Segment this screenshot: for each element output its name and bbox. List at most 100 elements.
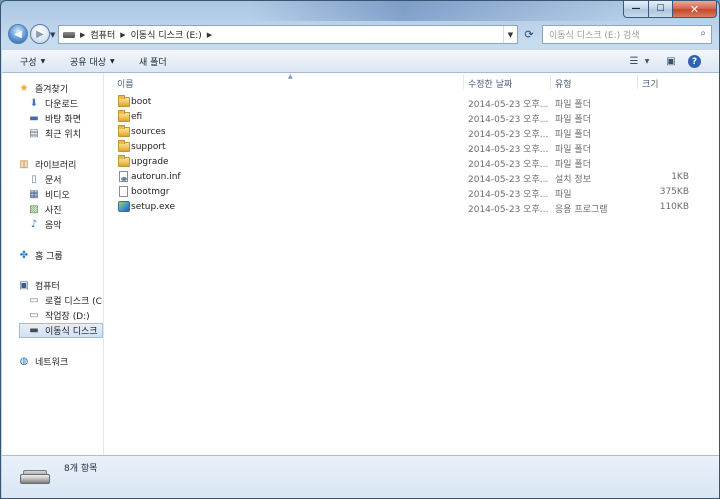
sidebar-item-downloads[interactable]: ⬇ 다운로드 bbox=[28, 96, 103, 111]
breadcrumb-root[interactable]: ▶ bbox=[80, 31, 90, 39]
chevron-right-icon[interactable]: ▶ bbox=[80, 31, 85, 39]
file-name: efi bbox=[131, 112, 143, 122]
chevron-down-icon: ▼ bbox=[40, 58, 46, 65]
address-bar[interactable]: ▶ 컴퓨터 ▶ 이동식 디스크 (E:) ▶ ▼ bbox=[58, 25, 518, 44]
chevron-right-icon[interactable]: ▶ bbox=[207, 31, 212, 39]
change-view-icon[interactable]: ☰ bbox=[626, 53, 642, 70]
sidebar-item-local-disk[interactable]: ▭ 로컬 디스크 (C bbox=[28, 293, 103, 308]
sidebar-item-network[interactable]: ◍ 네트워크 bbox=[18, 354, 103, 369]
forward-button[interactable]: ▶ bbox=[30, 24, 50, 44]
file-name: upgrade bbox=[131, 157, 169, 167]
column-divider[interactable] bbox=[637, 75, 638, 89]
sidebar-item-videos[interactable]: ▦ 비디오 bbox=[28, 187, 103, 202]
navigation-pane: ★ 즐겨찾기 ⬇ 다운로드 ▬ 바탕 화면 ▤ 최근 위치 ▥ 라이브러리 ▯ … bbox=[2, 73, 104, 455]
sidebar-item-label: 즐겨찾기 bbox=[35, 85, 69, 95]
sidebar-item-recent-places[interactable]: ▤ 최근 위치 bbox=[28, 126, 103, 141]
sidebar-item-pictures[interactable]: ▨ 사진 bbox=[28, 202, 103, 217]
preview-pane-icon[interactable]: ▣ bbox=[663, 53, 679, 70]
chevron-right-icon[interactable]: ▶ bbox=[120, 31, 125, 39]
file-row[interactable]: efi 2014-05-23 오후... 파일 폴더 bbox=[105, 110, 719, 125]
file-name: autorun.inf bbox=[131, 172, 181, 182]
new-folder-button[interactable]: 새 폴더 bbox=[139, 55, 167, 68]
minimize-button[interactable]: — bbox=[623, 1, 649, 18]
file-row[interactable]: support 2014-05-23 오후... 파일 폴더 bbox=[105, 140, 719, 155]
sidebar-item-label: 바탕 화면 bbox=[45, 115, 81, 125]
breadcrumb-removable-disk[interactable]: 이동식 디스크 (E:) ▶ bbox=[131, 28, 218, 42]
sidebar-item-libraries[interactable]: ▥ 라이브러리 bbox=[18, 157, 103, 172]
column-header-label: 유형 bbox=[555, 79, 572, 90]
sidebar-item-label: 홈 그룹 bbox=[35, 252, 63, 262]
close-button[interactable]: ✕ bbox=[673, 1, 717, 18]
file-name: support bbox=[131, 142, 166, 152]
sidebar-item-label: 최근 위치 bbox=[45, 130, 81, 140]
column-divider[interactable] bbox=[463, 75, 464, 89]
address-history-dropdown-icon[interactable]: ▼ bbox=[503, 26, 517, 43]
sidebar-item-label: 음악 bbox=[45, 221, 62, 231]
maximize-button[interactable]: ☐ bbox=[649, 1, 673, 18]
file-row[interactable]: autorun.inf 2014-05-23 오후... 설치 정보 1KB bbox=[105, 170, 719, 185]
sidebar-item-music[interactable]: ♪ 음악 bbox=[28, 217, 103, 232]
network-icon: ◍ bbox=[19, 356, 29, 367]
file-row[interactable]: sources 2014-05-23 오후... 파일 폴더 bbox=[105, 125, 719, 140]
breadcrumb-label[interactable]: 컴퓨터 bbox=[90, 28, 115, 41]
sidebar-item-computer[interactable]: ▣ 컴퓨터 bbox=[18, 278, 103, 293]
view-options-dropdown-icon[interactable]: ▼ bbox=[642, 53, 652, 70]
local-disk-icon: ▭ bbox=[29, 295, 39, 306]
file-row[interactable]: boot 2014-05-23 오후... 파일 폴더 bbox=[105, 95, 719, 110]
file-row[interactable]: upgrade 2014-05-23 오후... 파일 폴더 bbox=[105, 155, 719, 170]
column-header-size[interactable]: 크기 bbox=[642, 75, 702, 91]
breadcrumb-label[interactable]: 이동식 디스크 (E:) bbox=[131, 28, 202, 41]
documents-icon: ▯ bbox=[31, 174, 37, 185]
sidebar-item-label: 로컬 디스크 (C bbox=[45, 297, 102, 307]
sidebar-item-documents[interactable]: ▯ 문서 bbox=[28, 172, 103, 187]
file-date: 2014-05-23 오후... bbox=[468, 115, 549, 125]
file-name: boot bbox=[131, 97, 152, 107]
file-date: 2014-05-23 오후... bbox=[468, 205, 549, 215]
file-row[interactable]: bootmgr 2014-05-23 오후... 파일 375KB bbox=[105, 185, 719, 200]
column-header-type[interactable]: 유형 bbox=[555, 75, 637, 91]
organize-button[interactable]: 구성 ▼ bbox=[20, 55, 45, 68]
drive-icon: ▭ bbox=[29, 310, 39, 321]
column-header-date[interactable]: 수정한 날짜 bbox=[468, 75, 550, 91]
desktop-icon: ▬ bbox=[29, 113, 39, 124]
sidebar-item-label: 다운로드 bbox=[45, 100, 79, 110]
breadcrumb-computer[interactable]: 컴퓨터 ▶ bbox=[90, 28, 130, 42]
file-name: sources bbox=[131, 127, 166, 137]
caption-buttons: — ☐ ✕ bbox=[623, 1, 717, 18]
folder-icon bbox=[118, 155, 130, 167]
sidebar-item-label: 문서 bbox=[45, 176, 62, 186]
drive-body bbox=[20, 474, 50, 484]
organize-label: 구성 bbox=[20, 58, 37, 68]
recent-pages-dropdown-icon[interactable]: ▼ bbox=[50, 31, 55, 39]
sidebar-item-removable-disk[interactable]: ▬ 이동식 디스크 bbox=[19, 323, 103, 338]
refresh-icon[interactable]: ⟳ bbox=[519, 25, 539, 44]
sidebar-item-label: 컴퓨터 bbox=[35, 282, 60, 292]
setup-info-icon bbox=[119, 171, 128, 182]
search-input[interactable]: 이동식 디스크 (E:) 검색 ⌕ bbox=[542, 25, 712, 44]
column-header-label: 크기 bbox=[642, 79, 659, 90]
command-bar: 구성 ▼ 공유 대상 ▼ 새 폴더 ☰ ▼ ▣ ? bbox=[2, 49, 719, 73]
column-header-name[interactable]: 이름 bbox=[117, 75, 462, 91]
sidebar-item-desktop[interactable]: ▬ 바탕 화면 bbox=[28, 111, 103, 126]
column-divider[interactable] bbox=[550, 75, 551, 89]
new-folder-label: 새 폴더 bbox=[139, 58, 167, 68]
file-name: setup.exe bbox=[131, 202, 175, 212]
recent-places-icon: ▤ bbox=[29, 128, 39, 139]
folder-icon bbox=[118, 125, 130, 137]
share-with-button[interactable]: 공유 대상 ▼ bbox=[70, 55, 115, 68]
sidebar-item-homegroup[interactable]: ✤ 홈 그룹 bbox=[18, 248, 103, 263]
search-icon[interactable]: ⌕ bbox=[700, 28, 706, 39]
file-row[interactable]: setup.exe 2014-05-23 오후... 응용 프로그램 110KB bbox=[105, 200, 719, 215]
sidebar-item-favorites[interactable]: ★ 즐겨찾기 bbox=[18, 81, 103, 96]
title-bar: — ☐ ✕ bbox=[1, 1, 719, 21]
file-type: 파일 폴더 bbox=[555, 130, 591, 140]
file-date: 2014-05-23 오후... bbox=[468, 130, 549, 140]
file-list: ▲ 이름 수정한 날짜 유형 크기 boot 2014-05-23 오후... … bbox=[105, 73, 719, 455]
help-icon[interactable]: ? bbox=[688, 55, 701, 68]
file-date: 2014-05-23 오후... bbox=[468, 100, 549, 110]
file-type: 파일 폴더 bbox=[555, 160, 591, 170]
music-icon: ♪ bbox=[30, 219, 38, 230]
sidebar-item-work-drive[interactable]: ▭ 작업장 (D:) bbox=[28, 308, 103, 323]
file-size: 375KB bbox=[659, 187, 689, 197]
back-button[interactable]: ◀ bbox=[8, 24, 28, 44]
